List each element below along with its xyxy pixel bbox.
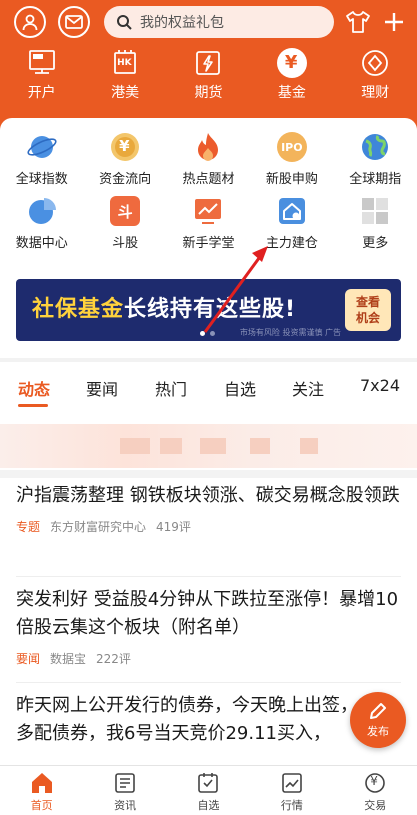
wealth-icon [362,50,389,76]
header-nav-fund[interactable]: ¥ 基金 [250,48,333,112]
grid-item-data-center[interactable]: 数据中心 [0,196,83,260]
bottom-nav-trade[interactable]: ¥ 交易 [334,766,417,815]
publish-button[interactable]: 发布 [350,692,406,748]
tab-headlines[interactable]: 要闻 [86,376,118,400]
open-account-icon [28,50,55,74]
planet-icon [27,136,57,158]
news-title: 昨天网上公开发行的债券，今天晚上出签，中了多配债券，我6号当天竞价29.11买入… [16,695,394,744]
grid-item-global-futures[interactable]: 全球期指 [334,132,417,196]
grid-item-more[interactable]: 更多 [334,196,417,260]
carousel-dots [200,331,215,336]
grid-item-global-index[interactable]: 全球指数 [0,132,83,196]
grid-item-hot-topics[interactable]: 热点题材 [167,132,250,196]
banner-disclaimer: 市场有风险 投资需谨慎 广告 [239,328,341,337]
ipo-icon: IPO [281,140,303,154]
tab-dynamic[interactable]: 动态 [18,376,50,400]
header: 我的权益礼包 开户 HK 港美 期货 ¥ 基金 理财 [0,0,417,132]
list-item[interactable]: 沪指震荡整理 钢铁板块领涨、碳交易概念股领跌 专题 东方财富研究中心 419评 [16,482,401,535]
search-bar[interactable]: 我的权益礼包 [104,6,334,38]
divider [16,576,401,577]
header-nav-futures[interactable]: 期货 [167,48,250,112]
header-nav-open-account[interactable]: 开户 [0,48,83,112]
grid-item-money-flow[interactable]: ¥ 资金流向 [83,132,166,196]
banner-cta-button[interactable]: 查看 机会 [345,289,391,331]
pencil-icon [370,703,386,719]
message-button[interactable] [58,6,90,38]
top-bar: 我的权益礼包 [0,0,417,44]
news-meta: 要闻 数据宝 222评 [16,650,401,667]
search-placeholder: 我的权益礼包 [140,15,224,31]
profile-button[interactable] [14,6,46,38]
bottom-nav: 首页 资讯 自选 行情 ¥ 交易 [0,765,417,815]
function-card: 全球指数 ¥ 资金流向 热点题材 IPO 新股申购 全球期指 数据中心 斗 斗股… [0,118,417,358]
watchlist-icon [198,773,219,793]
mail-icon [65,15,83,29]
home-icon [31,773,52,793]
trend-board-icon [195,199,222,224]
news-icon [115,773,135,793]
battle-icon: 斗 [117,202,133,221]
banner-headline: 社保基金长线持有这些股! [32,297,297,322]
tab-follow[interactable]: 关注 [292,376,324,400]
promo-banner[interactable]: 社保基金长线持有这些股! 查看 机会 市场有风险 投资需谨慎 广告 [16,279,401,341]
news-comments: 419评 [156,520,191,534]
news-title: 沪指震荡整理 钢铁板块领涨、碳交易概念股领跌 [16,485,400,506]
news-meta: 专题 东方财富研究中心 419评 [16,518,401,535]
tab-hot[interactable]: 热门 [155,376,187,400]
search-icon [117,15,132,30]
bottom-nav-news[interactable]: 资讯 [83,766,166,815]
grid-item-stock-battle[interactable]: 斗 斗股 [83,196,166,260]
user-icon [22,14,38,31]
market-icon [282,773,302,793]
header-nav: 开户 HK 港美 期货 ¥ 基金 理财 [0,48,417,112]
tab-watchlist[interactable]: 自选 [224,376,256,400]
pie-chart-icon [28,198,56,224]
function-grid: 全球指数 ¥ 资金流向 热点题材 IPO 新股申购 全球期指 数据中心 斗 斗股… [0,132,417,260]
news-tag: 专题 [16,520,41,534]
list-item[interactable]: 昨天网上公开发行的债券，今天晚上出签，中了多配债券，我6号当天竞价29.11买入… [16,692,401,748]
house-icon [278,198,305,224]
bottom-nav-watchlist[interactable]: 自选 [167,766,250,815]
news-comments: 222评 [96,652,131,666]
feed-tabs: 动态 要闻 热门 自选 关注 7x24 [0,362,417,410]
header-nav-wealth[interactable]: 理财 [334,48,417,112]
more-grid-icon [362,198,389,224]
news-title: 突发利好 受益股4分钟从下跌拉至涨停！暴增10倍股云集这个板块（附名单） [16,589,399,638]
grid-item-ipo[interactable]: IPO 新股申购 [250,132,333,196]
tshirt-icon [346,11,370,33]
header-nav-hk-us[interactable]: HK 港美 [83,48,166,112]
plus-icon [385,13,403,31]
globe-icon [362,134,389,160]
hk-badge: HK [117,58,132,68]
add-button[interactable] [380,8,408,36]
active-tab-indicator [18,404,48,407]
bottom-nav-home[interactable]: 首页 [0,766,83,815]
divider [16,682,401,683]
list-item[interactable]: 突发利好 受益股4分钟从下跌拉至涨停！暴增10倍股云集这个板块（附名单） 要闻 … [16,586,401,667]
news-source: 东方财富研究中心 [50,520,147,534]
news-tag: 要闻 [16,652,41,666]
bottom-nav-market[interactable]: 行情 [250,766,333,815]
news-source: 数据宝 [50,652,87,666]
grid-item-main-force[interactable]: 主力建仓 [250,196,333,260]
flame-icon [198,133,219,161]
separator [0,470,417,478]
futures-icon [196,51,221,75]
blurred-ad-strip [0,424,417,468]
skin-button[interactable] [344,8,372,36]
grid-item-beginner-school[interactable]: 新手学堂 [167,196,250,260]
tab-7x24[interactable]: 7x24 [360,376,400,395]
